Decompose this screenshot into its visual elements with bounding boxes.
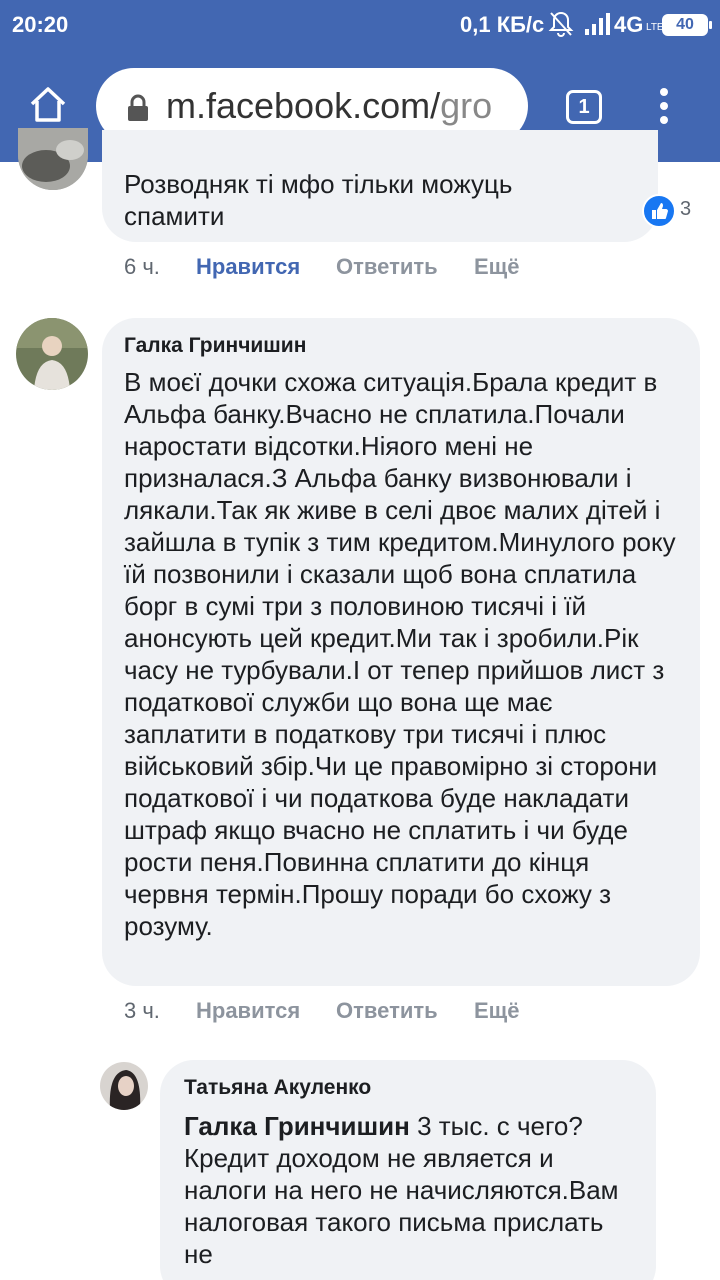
lte-indicator: LTE (646, 22, 664, 33)
avatar[interactable] (16, 318, 88, 390)
avatar[interactable] (100, 1062, 148, 1110)
more-button[interactable]: Ещё (474, 254, 519, 280)
comment-text: Розводняк ті мфо тільки можуць спамити (124, 169, 513, 231)
notifications-muted-icon (548, 11, 574, 37)
comment-author[interactable]: Татьяна Акуленко (184, 1076, 371, 1100)
lock-icon (128, 94, 148, 121)
signal-strength-icon (585, 13, 610, 35)
more-button[interactable]: Ещё (474, 998, 519, 1024)
status-time: 20:20 (12, 12, 69, 37)
url-domain: m.facebook.com/ (166, 85, 441, 126)
reply-button[interactable]: Ответить (336, 254, 438, 280)
url-text[interactable]: m.facebook.com/gro (166, 85, 492, 127)
avatar-image (16, 318, 88, 390)
home-icon[interactable] (28, 84, 68, 124)
battery-icon: 40 (662, 14, 712, 36)
comment-text: В моєї дочки схожа ситуація.Брала кредит… (124, 367, 676, 941)
avatar-image (100, 1062, 148, 1110)
mention-link[interactable]: Галка Гринчишин (184, 1111, 410, 1141)
comment-author[interactable]: Галка Гринчишин (124, 334, 306, 358)
avatar-image (18, 128, 88, 190)
avatar[interactable] (18, 128, 88, 190)
more-options-icon[interactable] (656, 88, 672, 128)
like-reaction-icon (642, 194, 676, 228)
reaction-count: 3 (680, 198, 692, 220)
comment-time[interactable]: 3 ч. (124, 998, 160, 1024)
tab-switcher-button[interactable]: 1 (566, 90, 602, 124)
like-button[interactable]: Нравится (196, 254, 300, 280)
like-button[interactable]: Нравится (196, 998, 300, 1024)
reply-button[interactable]: Ответить (336, 998, 438, 1024)
status-network-speed: 0,1 КБ/с (460, 12, 545, 37)
status-bar: 20:20 0,1 КБ/с 4G LTE 40 (0, 0, 720, 52)
network-type: 4G (614, 12, 644, 37)
url-path: gro (440, 85, 493, 126)
comment-text: Галка Гринчишин 3 тыс. с чего? Кредит до… (184, 1110, 624, 1270)
battery-level: 40 (676, 16, 694, 33)
comment-time[interactable]: 6 ч. (124, 254, 160, 280)
